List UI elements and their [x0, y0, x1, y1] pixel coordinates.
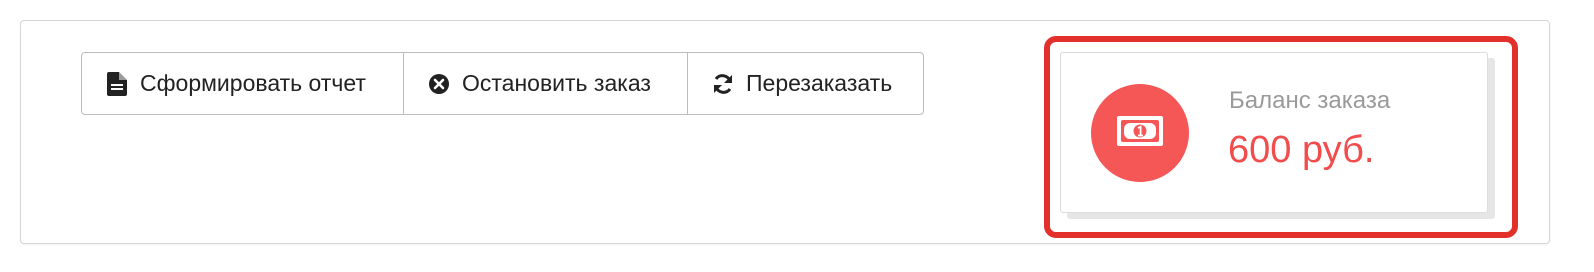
- balance-value: 600 руб.: [1228, 129, 1375, 171]
- order-actions-button-group: Сформировать отчет Остановить заказ Пере…: [81, 52, 924, 115]
- money-bill-icon: [1117, 115, 1163, 151]
- order-balance-card: Баланс заказа 600 руб.: [1060, 52, 1488, 213]
- reorder-button[interactable]: Перезаказать: [688, 53, 923, 114]
- generate-report-label: Сформировать отчет: [140, 70, 366, 96]
- stop-order-button[interactable]: Остановить заказ: [404, 53, 688, 114]
- refresh-icon: [712, 72, 734, 96]
- generate-report-button[interactable]: Сформировать отчет: [82, 53, 404, 114]
- stop-order-label: Остановить заказ: [462, 70, 651, 96]
- reorder-label: Перезаказать: [746, 70, 893, 96]
- balance-icon-circle: [1091, 84, 1189, 182]
- times-circle-icon: [428, 72, 450, 96]
- file-icon: [106, 71, 128, 96]
- balance-label: Баланс заказа: [1229, 87, 1391, 114]
